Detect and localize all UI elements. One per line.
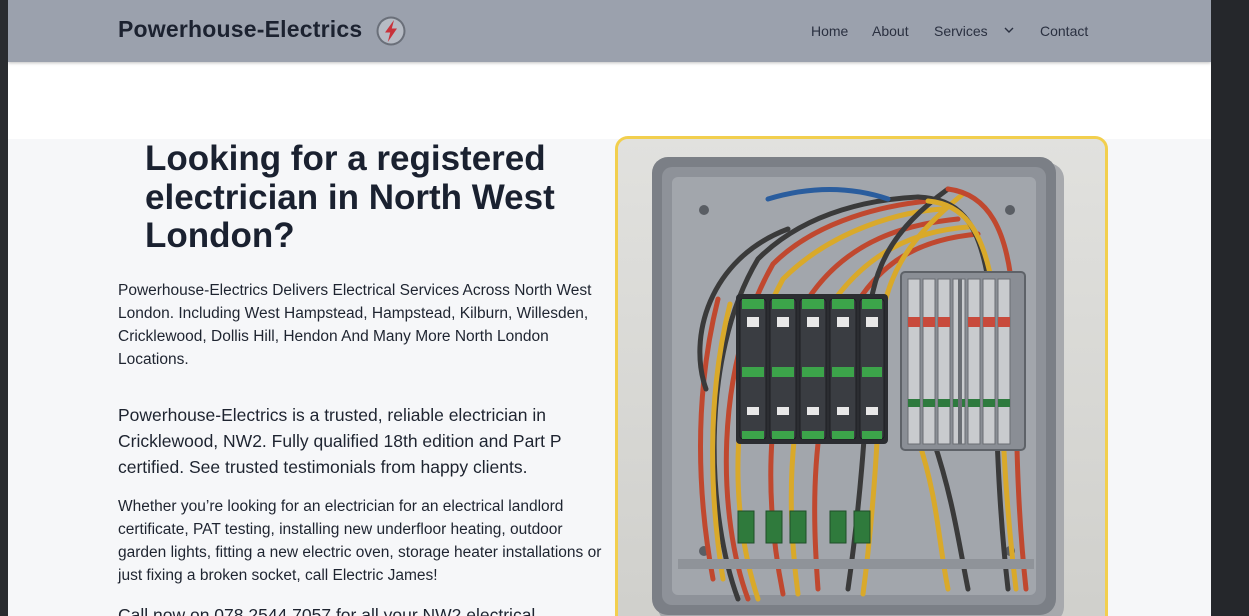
chevron-down-icon[interactable] [1004,26,1014,34]
hero-services-text: Whether you’re looking for an electricia… [118,498,602,584]
site-header: Powerhouse-Electrics Home About Services… [8,0,1211,62]
browser-window: Powerhouse-Electrics Home About Services… [8,0,1211,616]
nav-services[interactable]: Services [934,23,988,39]
hero-intro-text: Powerhouse-Electrics Delivers Electrical… [118,282,592,368]
nav-about[interactable]: About [872,23,909,39]
hero-title: Looking for a registered electrician in … [145,139,555,255]
nav-home[interactable]: Home [811,23,848,39]
background-desktop-strip [1211,0,1249,616]
hero-trust-text: Powerhouse-Electrics is a trusted, relia… [118,405,562,477]
nav-contact[interactable]: Contact [1040,23,1088,39]
consumer-unit-image [615,136,1108,616]
lightning-bolt-icon[interactable] [376,16,406,46]
hero-call-to-action: Call now on 078 2544 7057 for all your N… [118,605,536,616]
site-logo-text[interactable]: Powerhouse-Electrics [118,16,362,43]
